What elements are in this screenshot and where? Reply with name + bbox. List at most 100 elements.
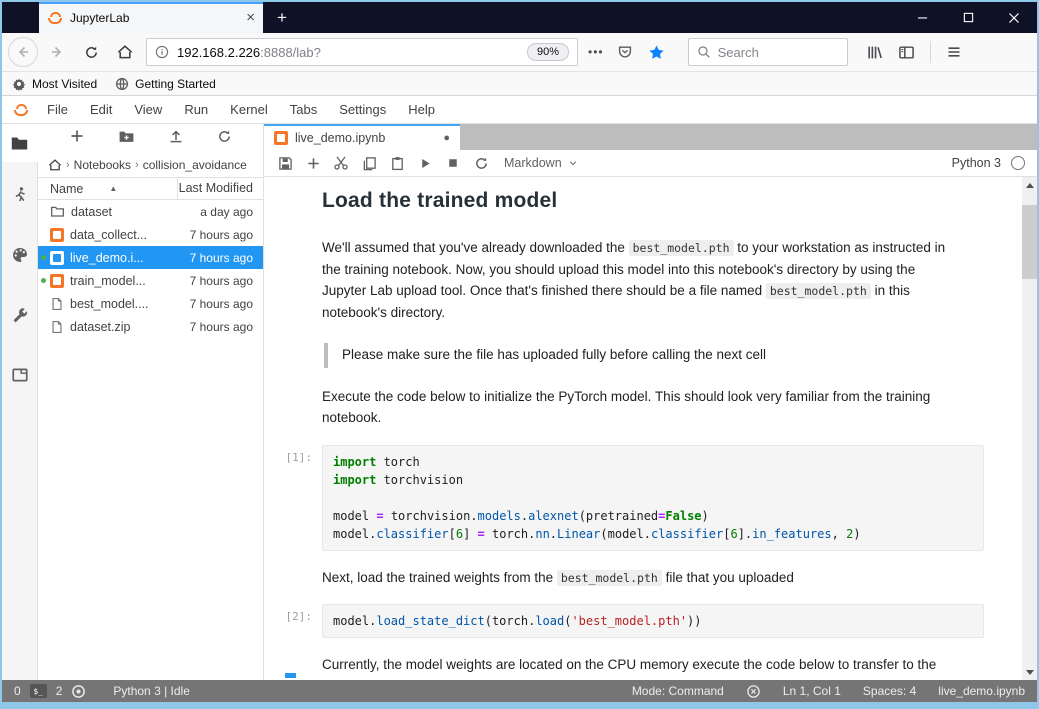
inline-code: best_model.pth xyxy=(629,240,734,256)
cell-type-dropdown[interactable]: Markdown xyxy=(504,156,578,170)
maximize-button[interactable] xyxy=(945,2,991,33)
upload-button[interactable] xyxy=(168,128,184,149)
sidebar-toggle-icon[interactable] xyxy=(892,37,922,67)
menu-help[interactable]: Help xyxy=(397,96,446,124)
home-icon[interactable] xyxy=(48,158,62,172)
tab-close-icon[interactable]: × xyxy=(246,10,255,25)
sidebar-tab-running[interactable] xyxy=(2,176,38,214)
scrollbar-thumb[interactable] xyxy=(1022,205,1037,279)
browser-tab-jupyterlab[interactable]: JupyterLab × xyxy=(39,2,263,33)
scrollbar-track[interactable] xyxy=(1022,193,1037,664)
file-browser-toolbar xyxy=(38,124,263,153)
new-tab-button[interactable]: + xyxy=(263,2,301,33)
scroll-up-icon[interactable] xyxy=(1022,177,1037,193)
scroll-down-icon[interactable] xyxy=(1022,664,1037,680)
sidebar-tab-inspector[interactable] xyxy=(2,296,38,334)
markdown-cell[interactable]: Execute the code below to initialize the… xyxy=(264,380,1022,439)
search-box[interactable]: Search xyxy=(688,38,848,66)
reload-button[interactable] xyxy=(76,37,106,67)
run-button[interactable] xyxy=(412,151,438,175)
library-icon[interactable] xyxy=(860,37,890,67)
file-row-dataset-zip[interactable]: dataset.zip7 hours ago xyxy=(38,315,263,338)
markdown-cell[interactable]: We'll assumed that you've already downlo… xyxy=(264,231,1022,333)
activity-bar xyxy=(2,124,38,680)
kernel-sessions-icon xyxy=(71,684,86,699)
code-cell[interactable]: [2]:model.load_state_dict(torch.load('be… xyxy=(264,600,1022,646)
menu-view[interactable]: View xyxy=(123,96,173,124)
zoom-level-badge[interactable]: 90% xyxy=(527,43,569,61)
url-text[interactable]: 192.168.2.226:8888/lab? xyxy=(177,45,519,60)
code-editor[interactable]: model.load_state_dict(torch.load('best_m… xyxy=(322,604,984,638)
markdown-cell[interactable]: Currently, the model weights are located… xyxy=(264,648,1022,680)
close-button[interactable] xyxy=(991,2,1037,33)
unsaved-dot-icon[interactable]: ● xyxy=(443,132,450,144)
new-launcher-button[interactable] xyxy=(69,128,85,149)
menu-tabs[interactable]: Tabs xyxy=(279,96,328,124)
cell-prompt: [1]: xyxy=(264,441,322,559)
forward-button[interactable] xyxy=(42,37,72,67)
notebook-tab[interactable]: live_demo.ipynb ● xyxy=(264,124,460,150)
back-button[interactable] xyxy=(8,37,38,67)
paste-button[interactable] xyxy=(384,151,410,175)
menu-edit[interactable]: Edit xyxy=(79,96,123,124)
restart-button[interactable] xyxy=(468,151,494,175)
cut-button[interactable] xyxy=(328,151,354,175)
terminal-icon: $_ xyxy=(30,684,47,698)
menu-run[interactable]: Run xyxy=(173,96,219,124)
file-row-train_model-[interactable]: train_model...7 hours ago xyxy=(38,269,263,292)
bookmark-most-visited[interactable]: Most Visited xyxy=(12,77,97,91)
jupyter-logo-icon xyxy=(8,104,34,116)
menu-hamburger-icon[interactable] xyxy=(939,37,969,67)
refresh-button[interactable] xyxy=(217,129,232,149)
site-info-icon[interactable] xyxy=(155,45,169,59)
file-row-live_demo-i-[interactable]: live_demo.i...7 hours ago xyxy=(38,246,263,269)
file-row-dataset[interactable]: dataseta day ago xyxy=(38,200,263,223)
home-button[interactable] xyxy=(110,37,140,67)
jupyterlab-main: › Notebooks › collision_avoidance Name ▲… xyxy=(2,124,1037,680)
add-cell-button[interactable] xyxy=(300,151,326,175)
code-cell[interactable]: [1]:import torchimport torchvision model… xyxy=(264,441,1022,559)
bookmark-getting-started[interactable]: Getting Started xyxy=(115,77,216,91)
spaces-indicator[interactable]: Spaces: 4 xyxy=(863,684,916,698)
statusbar-filename[interactable]: live_demo.ipynb xyxy=(938,684,1025,698)
menu-kernel[interactable]: Kernel xyxy=(219,96,279,124)
kernel-status-text[interactable]: Python 3 | Idle xyxy=(113,684,190,698)
cursor-position[interactable]: Ln 1, Col 1 xyxy=(783,684,841,698)
url-bar[interactable]: 192.168.2.226:8888/lab? 90% xyxy=(146,38,578,66)
column-header-name[interactable]: Name ▲ xyxy=(38,182,177,196)
notebook-scrollbar[interactable] xyxy=(1022,177,1037,680)
notebook-tab-label: live_demo.ipynb xyxy=(295,131,385,145)
window-controls xyxy=(899,2,1037,33)
minimize-button[interactable] xyxy=(899,2,945,33)
bookmark-star-icon[interactable] xyxy=(642,37,672,67)
page-actions-ellipsis-icon[interactable]: ••• xyxy=(584,45,608,59)
pocket-icon[interactable] xyxy=(610,37,640,67)
terminals-count[interactable]: 0 xyxy=(14,684,21,698)
breadcrumb-collision-avoidance[interactable]: collision_avoidance xyxy=(143,158,247,172)
sidebar-tab-palette[interactable] xyxy=(2,236,38,274)
markdown-cell[interactable]: Load the trained model xyxy=(264,185,1022,229)
menu-settings[interactable]: Settings xyxy=(328,96,397,124)
kernel-indicator[interactable]: Python 3 xyxy=(952,156,1029,170)
code-editor[interactable]: import torchimport torchvision model = t… xyxy=(322,445,984,551)
new-folder-button[interactable] xyxy=(118,128,135,150)
file-row-data_collect-[interactable]: data_collect...7 hours ago xyxy=(38,223,263,246)
stop-button[interactable] xyxy=(440,151,466,175)
copy-button[interactable] xyxy=(356,151,382,175)
kernels-count[interactable]: 2 xyxy=(56,684,63,698)
markdown-heading: Load the trained model xyxy=(322,189,962,213)
sidebar-tab-tabs[interactable] xyxy=(2,356,38,394)
breadcrumb-notebooks[interactable]: Notebooks xyxy=(74,158,131,172)
notebook-file-icon xyxy=(274,131,288,145)
save-button[interactable] xyxy=(272,151,298,175)
kernel-status-circle-icon xyxy=(1011,156,1025,170)
doc-file-icon xyxy=(50,297,64,311)
markdown-cell[interactable]: Next, load the trained weights from the … xyxy=(264,561,1022,599)
bell-off-icon[interactable] xyxy=(746,684,761,699)
mode-indicator[interactable]: Mode: Command xyxy=(632,684,724,698)
menu-file[interactable]: File xyxy=(36,96,79,124)
column-header-modified[interactable]: Last Modified xyxy=(177,178,263,199)
sidebar-tab-files[interactable] xyxy=(2,124,38,162)
file-row-best_model-[interactable]: best_model....7 hours ago xyxy=(38,292,263,315)
markdown-cell[interactable]: Please make sure the file has uploaded f… xyxy=(264,335,1022,377)
